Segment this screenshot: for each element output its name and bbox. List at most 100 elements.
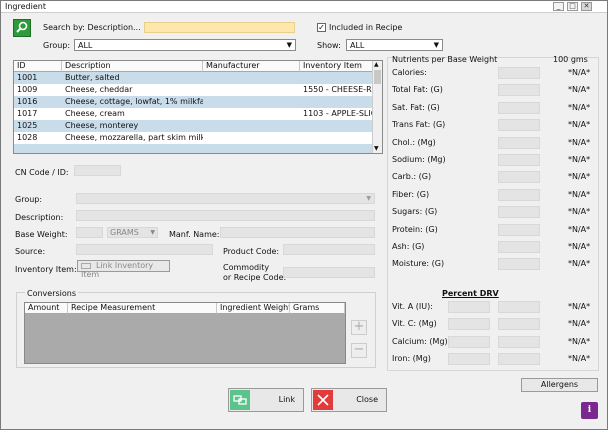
table-row[interactable]: 1028 Cheese, mozzarella, part skim milk [14, 132, 374, 144]
column-header-grams[interactable]: Grams [290, 303, 345, 314]
nutrient-field[interactable] [498, 206, 540, 219]
nutrient-value: *N/A* [568, 68, 591, 77]
ingredient-table: ID Description Manufacturer Inventory It… [13, 60, 383, 154]
nutrient-value: *N/A* [568, 319, 591, 329]
nutrient-label: Moisture: (G) [392, 259, 445, 269]
manf-name-field[interactable] [220, 227, 375, 238]
allergens-button[interactable]: Allergens [521, 378, 598, 392]
table-scrollbar[interactable]: ▲ ▼ [372, 61, 382, 153]
nutrient-field[interactable] [498, 136, 540, 149]
group-filter-label: Group: [43, 41, 71, 50]
product-code-label: Product Code: [223, 247, 280, 256]
recipe-code-label: or Recipe Code: [223, 273, 287, 282]
nutrient-label: Calories: [392, 68, 427, 77]
nutrient-field[interactable] [498, 353, 540, 366]
info-icon[interactable]: i [581, 402, 598, 419]
nutrient-field[interactable] [498, 223, 540, 236]
nutrient-field[interactable] [498, 171, 540, 184]
nutrient-field[interactable] [498, 84, 540, 97]
nutrient-row: Fiber: (G) *N/A* [392, 188, 592, 201]
product-code-field[interactable] [283, 244, 375, 255]
column-header-ingredient-weight[interactable]: Ingredient Weight [217, 303, 290, 314]
nutrient-field[interactable] [498, 188, 540, 201]
table-row[interactable]: 1001 Butter, salted [14, 72, 374, 84]
cn-code-field[interactable] [74, 165, 121, 176]
description-field[interactable] [76, 210, 375, 221]
link-inventory-button[interactable]: Link Inventory Item [77, 260, 170, 279]
scroll-thumb[interactable] [374, 70, 381, 84]
remove-conversion-button[interactable]: − [351, 343, 367, 358]
nutrient-label: Sugars: (G) [392, 207, 438, 217]
column-header-id[interactable]: ID [14, 61, 62, 72]
nutrient-field[interactable] [498, 67, 540, 79]
nutrient-field[interactable] [498, 318, 540, 331]
close-icon[interactable]: ✕ [581, 2, 592, 11]
group-select[interactable]: ▼ [76, 193, 375, 204]
drv-field[interactable] [448, 335, 490, 348]
source-field[interactable] [76, 244, 213, 255]
search-button[interactable] [13, 19, 31, 37]
window-title: Ingredient [5, 2, 46, 11]
nutrient-field[interactable] [498, 154, 540, 166]
scroll-down-icon[interactable]: ▼ [374, 145, 379, 152]
column-header-amount[interactable]: Amount [25, 303, 68, 314]
group-filter-value: ALL [78, 41, 93, 50]
scroll-up-icon[interactable]: ▲ [374, 61, 379, 68]
table-cell-inv: 1103 - APPLE-SLICE [303, 109, 373, 118]
table-cell-desc: Cheese, cottage, lowfat, 1% milkfat [65, 97, 203, 106]
show-filter-select[interactable]: ALL ▼ [346, 39, 443, 51]
nutrient-value: *N/A* [568, 302, 591, 311]
close-button[interactable]: Close [311, 388, 387, 412]
nutrient-value: *N/A* [568, 259, 591, 269]
nutrient-field[interactable] [498, 241, 540, 253]
column-header-manufacturer[interactable]: Manufacturer [203, 61, 300, 72]
nutrient-label: Iron: (Mg) [392, 354, 431, 364]
drv-field[interactable] [448, 353, 490, 366]
nutrient-value: *N/A* [568, 155, 591, 164]
nutrient-row: Vit. A (IU): *N/A* [392, 301, 592, 313]
show-filter-value: ALL [350, 41, 365, 50]
nutrient-value: *N/A* [568, 224, 591, 234]
nutrient-label: Sat. Fat: (G) [392, 102, 440, 112]
search-input[interactable] [144, 22, 295, 33]
included-checkbox[interactable]: ✓ [317, 23, 326, 32]
included-label: Included in Recipe [329, 23, 403, 32]
nutrient-field[interactable] [498, 335, 540, 348]
table-row[interactable] [14, 144, 374, 153]
table-cell-desc: Cheese, monterey [65, 121, 139, 130]
nutrient-row: Protein: (G) *N/A* [392, 223, 592, 236]
nutrient-row: Sat. Fat: (G) *N/A* [392, 101, 592, 114]
nutrient-row: Carb.: (G) *N/A* [392, 171, 592, 184]
base-weight-unit-select[interactable]: GRAMS ▼ [107, 227, 158, 238]
maximize-icon[interactable]: □ [567, 2, 578, 11]
drv-field[interactable] [448, 301, 490, 313]
nutrient-row: Calories: *N/A* [392, 67, 592, 79]
inventory-item-label: Inventory Item: [15, 265, 77, 274]
base-weight-label: Base Weight: [15, 230, 68, 239]
table-cell-id: 1025 [17, 121, 38, 130]
nutrient-field[interactable] [498, 119, 540, 132]
source-label: Source: [15, 247, 46, 256]
nutrient-value: *N/A* [568, 336, 591, 346]
nutrient-value: *N/A* [568, 102, 591, 112]
table-row[interactable]: 1016 Cheese, cottage, lowfat, 1% milkfat [14, 96, 374, 108]
table-row[interactable]: 1025 Cheese, monterey [14, 120, 374, 132]
cn-code-label: CN Code / ID: [15, 168, 69, 177]
column-header-inventory[interactable]: Inventory Item [300, 61, 373, 72]
group-filter-select[interactable]: ALL ▼ [74, 39, 296, 51]
column-header-description[interactable]: Description [62, 61, 203, 72]
nutrient-label: Chol.: (Mg) [392, 137, 436, 147]
minimize-icon[interactable]: _ [553, 2, 564, 11]
link-button[interactable]: Link [228, 388, 304, 412]
column-header-recipe-measurement[interactable]: Recipe Measurement [68, 303, 217, 314]
nutrient-field[interactable] [498, 301, 540, 313]
table-row[interactable]: 1017 Cheese, cream 1103 - APPLE-SLICE [14, 108, 374, 120]
table-row[interactable]: 1009 Cheese, cheddar 1550 - CHEESE-RF C [14, 84, 374, 96]
base-weight-field[interactable] [76, 227, 103, 238]
drv-field[interactable] [448, 318, 490, 331]
commodity-field[interactable] [283, 267, 375, 278]
nutrient-field[interactable] [498, 258, 540, 271]
nutrient-field[interactable] [498, 101, 540, 114]
add-conversion-button[interactable]: + [351, 320, 367, 335]
nutrient-label: Carb.: (G) [392, 172, 432, 182]
